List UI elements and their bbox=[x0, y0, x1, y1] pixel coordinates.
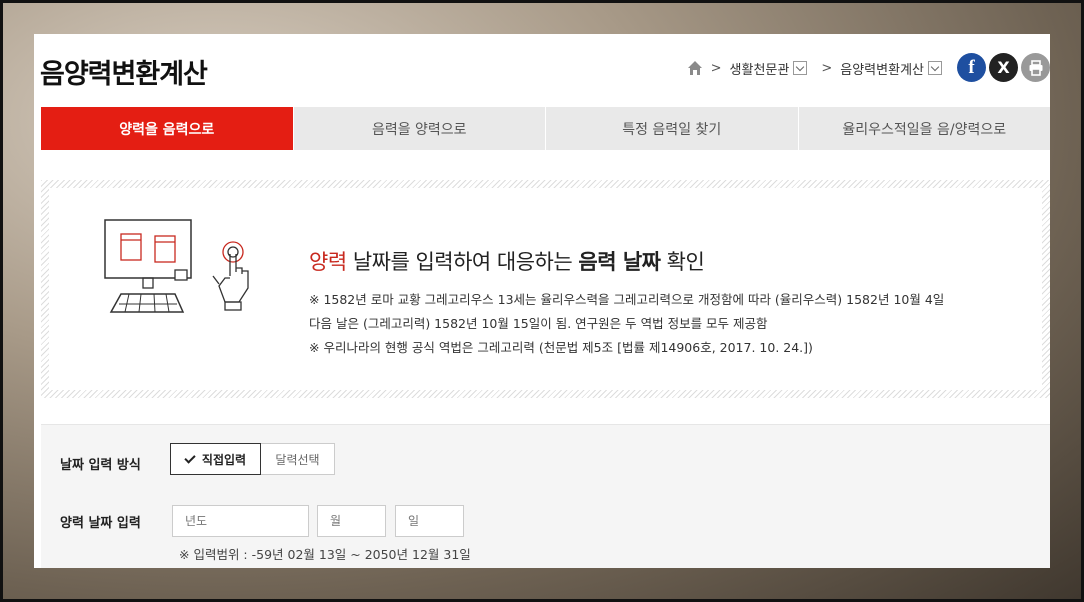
computer-touch-illustration bbox=[99, 216, 259, 330]
tab-find-lunar-date[interactable]: 특정 음력일 찾기 bbox=[545, 107, 798, 150]
headline-end: 확인 bbox=[660, 250, 705, 274]
breadcrumb-label: 생활천문관 bbox=[729, 62, 790, 78]
direct-input-label: 직접입력 bbox=[201, 452, 247, 467]
year-input[interactable] bbox=[172, 505, 309, 537]
page-title: 음양력변환계산 bbox=[40, 59, 208, 90]
info-notes: ※ 1582년 로마 교황 그레고리우스 13세는 율리우스력을 그레고리력으로… bbox=[309, 288, 944, 360]
calendar-select-button[interactable]: 달력선택 bbox=[261, 443, 335, 475]
info-box-inner: 양력 날짜를 입력하여 대응하는 음력 날짜 확인 ※ 1582년 로마 교황 … bbox=[49, 188, 1042, 390]
social-share-buttons: f X bbox=[957, 53, 1050, 82]
breadcrumb-label: 음양력변환계산 bbox=[840, 62, 924, 78]
headline-solar: 양력 bbox=[309, 250, 347, 274]
page-container: 음양력변환계산 > 생활천문관 > 음양력변환계산 f X 양력을 음력으로 음… bbox=[34, 34, 1050, 568]
breadcrumb: > 생활천문관 > 음양력변환계산 bbox=[687, 58, 942, 78]
converter-tabs: 양력을 음력으로 음력을 양력으로 특정 음력일 찾기 율리우스적일을 음/양력… bbox=[41, 107, 1050, 150]
direct-input-button[interactable]: 직접입력 bbox=[170, 443, 261, 475]
breadcrumb-item-converter[interactable]: 음양력변환계산 bbox=[840, 59, 942, 78]
info-note: 다음 날은 (그레고리력) 1582년 10월 15일이 됨. 연구원은 두 역… bbox=[309, 316, 768, 331]
tab-solar-to-lunar[interactable]: 양력을 음력으로 bbox=[41, 107, 293, 150]
date-input-form: 날짜 입력 방식 직접입력 달력선택 양력 날짜 입력 ※ 입력범위 : -59… bbox=[41, 424, 1050, 568]
info-note: ※ 우리나라의 현행 공식 역법은 그레고리력 (천문법 제5조 [법률 제14… bbox=[309, 340, 813, 355]
chevron-right-icon: > bbox=[710, 60, 722, 76]
chevron-down-icon[interactable] bbox=[793, 61, 808, 75]
chevron-down-icon[interactable] bbox=[928, 61, 942, 75]
home-icon[interactable] bbox=[687, 60, 703, 76]
input-method-label: 날짜 입력 방식 bbox=[60, 458, 141, 473]
info-headline: 양력 날짜를 입력하여 대응하는 음력 날짜 확인 bbox=[309, 246, 705, 276]
chevron-right-icon: > bbox=[821, 60, 833, 76]
month-input[interactable] bbox=[317, 505, 386, 537]
facebook-icon[interactable]: f bbox=[957, 53, 986, 82]
info-note: ※ 1582년 로마 교황 그레고리우스 13세는 율리우스력을 그레고리력으로… bbox=[309, 292, 945, 307]
input-method-toggle: 직접입력 달력선택 bbox=[170, 443, 335, 475]
headline-lunar-date: 음력 날짜 bbox=[578, 250, 661, 274]
check-icon bbox=[184, 451, 196, 464]
print-icon[interactable] bbox=[1021, 53, 1050, 82]
x-icon[interactable]: X bbox=[989, 53, 1018, 82]
day-input[interactable] bbox=[395, 505, 464, 537]
breadcrumb-item-astronomy[interactable]: 생활천문관 bbox=[730, 59, 808, 78]
tab-lunar-to-solar[interactable]: 음력을 양력으로 bbox=[292, 107, 545, 150]
input-range-note: ※ 입력범위 : -59년 02월 13일 ~ 2050년 12월 31일 bbox=[179, 547, 471, 562]
headline-middle: 날짜를 입력하여 대응하는 bbox=[346, 250, 579, 274]
tab-julian-day[interactable]: 율리우스적일을 음/양력으로 bbox=[797, 107, 1050, 150]
solar-date-label: 양력 날짜 입력 bbox=[60, 516, 141, 531]
info-box: 양력 날짜를 입력하여 대응하는 음력 날짜 확인 ※ 1582년 로마 교황 … bbox=[41, 180, 1050, 398]
